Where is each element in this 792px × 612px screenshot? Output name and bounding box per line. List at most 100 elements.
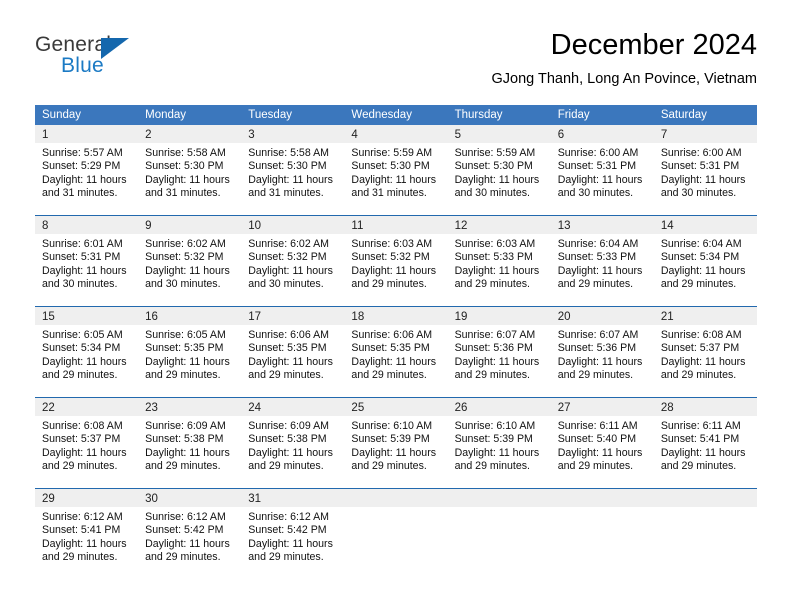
day-cell[interactable] — [344, 488, 448, 579]
sunset-text: Sunset: 5:37 PM — [42, 433, 121, 446]
day-number: 24 — [248, 402, 262, 414]
sunrise-text: Sunrise: 5:58 AM — [248, 147, 329, 159]
sunrise-text: Sunrise: 5:59 AM — [454, 147, 536, 159]
day-number: 27 — [557, 402, 571, 414]
sunset-text: Sunset: 5:29 PM — [42, 160, 121, 173]
day-cell[interactable]: 17 Sunrise: 6:06 AM Sunset: 5:35 PM Dayligh… — [241, 306, 345, 398]
daylight-text-line1: Daylight: 11 hours — [660, 355, 746, 368]
sunset-text: Sunset: 5:33 PM — [454, 251, 533, 264]
day-cell[interactable]: 6 Sunrise: 6:00 AM Sunset: 5:31 PM Daylight… — [550, 125, 654, 216]
day-cell[interactable]: 15 Sunrise: 6:05 AM Sunset: 5:34 PM Dayligh… — [35, 306, 139, 398]
day-number: 31 — [248, 493, 262, 505]
sunset-text: Sunset: 5:39 PM — [351, 433, 430, 446]
daylight-text-line2: and 29 minutes. — [145, 460, 221, 473]
daylight-text-line1: Daylight: 11 hours — [248, 173, 333, 186]
day-cell[interactable] — [653, 488, 757, 579]
day-cell[interactable]: 16 Sunrise: 6:05 AM Sunset: 5:35 PM Dayligh… — [138, 306, 242, 398]
sunrise-text: Sunrise: 6:05 AM — [42, 329, 123, 341]
calendar-header-row: Sunday Monday Tuesday Wednesday Thursday… — [35, 105, 757, 125]
sunrise-text: Sunrise: 6:00 AM — [660, 147, 742, 159]
day-cell[interactable]: 21 Sunrise: 6:08 AM Sunset: 5:37 PM Dayligh… — [653, 306, 757, 398]
daylight-text-line2: and 30 minutes. — [145, 278, 221, 291]
day-cell[interactable]: 5 Sunrise: 5:59 AM Sunset: 5:30 PM Daylight… — [447, 125, 551, 216]
day-number: 20 — [557, 311, 571, 323]
day-cell[interactable]: 20 Sunrise: 6:07 AM Sunset: 5:36 PM Dayligh… — [550, 306, 654, 398]
daylight-text-line2: and 29 minutes. — [248, 460, 324, 473]
sunset-text: Sunset: 5:42 PM — [248, 524, 327, 537]
day-cell[interactable]: 29 Sunrise: 6:12 AM Sunset: 5:41 PM Dayligh… — [35, 488, 139, 579]
sunset-text: Sunset: 5:41 PM — [42, 524, 121, 537]
day-cell[interactable]: 19 Sunrise: 6:07 AM Sunset: 5:36 PM Dayligh… — [447, 306, 551, 398]
day-cell[interactable]: 11 Sunrise: 6:03 AM Sunset: 5:32 PM Dayligh… — [344, 215, 448, 307]
day-cell[interactable]: 10 Sunrise: 6:02 AM Sunset: 5:32 PM Dayligh… — [241, 215, 345, 307]
sunrise-text: Sunrise: 6:07 AM — [557, 329, 639, 341]
day-cell[interactable] — [550, 488, 654, 579]
sunrise-text: Sunrise: 6:05 AM — [145, 329, 226, 341]
day-number: 7 — [660, 129, 668, 141]
day-cell[interactable]: 25 Sunrise: 6:10 AM Sunset: 5:39 PM Dayligh… — [344, 397, 448, 489]
day-cell[interactable]: 30 Sunrise: 6:12 AM Sunset: 5:42 PM Dayligh… — [138, 488, 242, 579]
daylight-text-line1: Daylight: 11 hours — [557, 173, 643, 186]
week-row: 15 Sunrise: 6:05 AM Sunset: 5:34 PM Dayligh… — [35, 306, 757, 398]
day-cell[interactable]: 1 Sunrise: 5:57 AM Sunset: 5:29 PM Daylight… — [35, 125, 139, 216]
day-cell[interactable]: 27 Sunrise: 6:11 AM Sunset: 5:40 PM Dayligh… — [550, 397, 654, 489]
sunrise-text: Sunrise: 6:09 AM — [145, 420, 226, 432]
day-cell[interactable]: 18 Sunrise: 6:06 AM Sunset: 5:35 PM Dayligh… — [344, 306, 448, 398]
sunset-text: Sunset: 5:35 PM — [351, 342, 430, 355]
daylight-text-line1: Daylight: 11 hours — [660, 173, 746, 186]
day-cell[interactable]: 31 Sunrise: 6:12 AM Sunset: 5:42 PM Dayligh… — [241, 488, 345, 579]
daylight-text-line1: Daylight: 11 hours — [454, 264, 540, 277]
daylight-text-line2: and 29 minutes. — [454, 460, 530, 473]
day-cell[interactable]: 8 Sunrise: 6:01 AM Sunset: 5:31 PM Daylight… — [35, 215, 139, 307]
daylight-text-line2: and 29 minutes. — [42, 369, 118, 382]
day-number: 6 — [557, 129, 565, 141]
day-cell[interactable] — [447, 488, 551, 579]
sunset-text: Sunset: 5:38 PM — [145, 433, 224, 446]
day-number: 18 — [351, 311, 365, 323]
sunrise-text: Sunrise: 6:04 AM — [660, 238, 742, 250]
daylight-text-line1: Daylight: 11 hours — [557, 446, 643, 459]
sunrise-text: Sunrise: 6:02 AM — [145, 238, 226, 250]
day-number: 19 — [454, 311, 468, 323]
daylight-text-line1: Daylight: 11 hours — [660, 446, 746, 459]
generalblue-logo: General Blue — [35, 33, 215, 85]
day-cell[interactable]: 22 Sunrise: 6:08 AM Sunset: 5:37 PM Dayligh… — [35, 397, 139, 489]
weekday-header-monday: Monday — [138, 105, 242, 125]
sunset-text: Sunset: 5:30 PM — [454, 160, 533, 173]
day-number: 1 — [42, 129, 49, 141]
day-number: 15 — [42, 311, 55, 323]
day-number: 10 — [248, 220, 262, 232]
day-cell[interactable]: 23 Sunrise: 6:09 AM Sunset: 5:38 PM Dayligh… — [138, 397, 242, 489]
sunrise-text: Sunrise: 6:10 AM — [454, 420, 536, 432]
day-cell[interactable]: 4 Sunrise: 5:59 AM Sunset: 5:30 PM Daylight… — [344, 125, 448, 216]
day-cell[interactable]: 9 Sunrise: 6:02 AM Sunset: 5:32 PM Daylight… — [138, 215, 242, 307]
daylight-text-line2: and 29 minutes. — [557, 460, 634, 473]
daylight-text-line2: and 29 minutes. — [454, 278, 530, 291]
weekday-header-sunday: Sunday — [35, 105, 139, 125]
day-cell[interactable]: 14 Sunrise: 6:04 AM Sunset: 5:34 PM Dayligh… — [653, 215, 757, 307]
daylight-text-line2: and 29 minutes. — [557, 369, 634, 382]
sunset-text: Sunset: 5:34 PM — [660, 251, 740, 264]
daylight-text-line2: and 29 minutes. — [248, 369, 324, 382]
daylight-text-line1: Daylight: 11 hours — [248, 355, 333, 368]
day-cell[interactable]: 13 Sunrise: 6:04 AM Sunset: 5:33 PM Dayligh… — [550, 215, 654, 307]
day-cell[interactable]: 12 Sunrise: 6:03 AM Sunset: 5:33 PM Dayligh… — [447, 215, 551, 307]
day-number: 23 — [145, 402, 158, 414]
daylight-text-line1: Daylight: 11 hours — [351, 173, 437, 186]
weekday-header-thursday: Thursday — [447, 105, 551, 125]
day-cell[interactable]: 24 Sunrise: 6:09 AM Sunset: 5:38 PM Dayligh… — [241, 397, 345, 489]
calendar-body: 1 Sunrise: 5:57 AM Sunset: 5:29 PM Daylight… — [35, 125, 757, 579]
day-cell[interactable]: 2 Sunrise: 5:58 AM Sunset: 5:30 PM Daylight… — [138, 125, 242, 216]
sunset-text: Sunset: 5:31 PM — [42, 251, 121, 264]
daylight-text-line1: Daylight: 11 hours — [248, 537, 333, 550]
day-cell[interactable]: 3 Sunrise: 5:58 AM Sunset: 5:30 PM Daylight… — [241, 125, 345, 216]
sunset-text: Sunset: 5:32 PM — [248, 251, 327, 264]
day-cell[interactable]: 7 Sunrise: 6:00 AM Sunset: 5:31 PM Daylight… — [653, 125, 757, 216]
sunset-text: Sunset: 5:35 PM — [145, 342, 224, 355]
sunset-text: Sunset: 5:33 PM — [557, 251, 637, 264]
daylight-text-line1: Daylight: 11 hours — [351, 446, 437, 459]
sunset-text: Sunset: 5:40 PM — [557, 433, 637, 446]
day-number: 22 — [42, 402, 55, 414]
day-cell[interactable]: 28 Sunrise: 6:11 AM Sunset: 5:41 PM Dayligh… — [653, 397, 757, 489]
day-cell[interactable]: 26 Sunrise: 6:10 AM Sunset: 5:39 PM Dayligh… — [447, 397, 551, 489]
